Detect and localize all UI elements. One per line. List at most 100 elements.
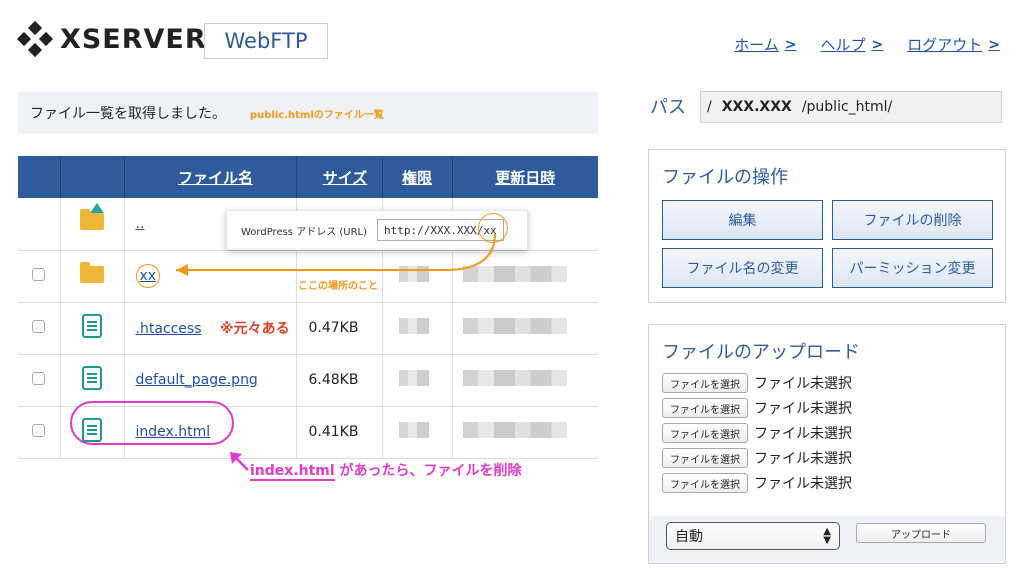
icon-cell — [60, 302, 125, 355]
file-operations-title: ファイルの操作 — [662, 167, 788, 188]
file-icon — [82, 366, 102, 390]
date-cell — [452, 302, 598, 355]
no-file-label: ファイル未選択 — [754, 401, 852, 417]
size-cell: 0.47KB — [296, 302, 383, 355]
checkbox-cell — [18, 354, 61, 407]
upload-row: ファイルを選択 ファイル未選択 — [662, 448, 852, 468]
choose-file-button[interactable]: ファイルを選択 — [662, 473, 748, 493]
permission-cell — [382, 302, 453, 355]
status-message: ファイル一覧を取得しました。 public.htmlのファイル一覧 — [18, 92, 598, 134]
upload-button[interactable]: アップロード — [856, 523, 986, 543]
upload-row: ファイルを選択 ファイル未選択 — [662, 373, 852, 393]
chevron-right-icon: > — [988, 36, 1000, 53]
permission-button[interactable]: パーミッション変更 — [832, 248, 993, 288]
annotation-arrowhead — [176, 264, 188, 276]
transfer-mode-value: 自動 — [675, 529, 703, 545]
htaccess-annotation: ※元々ある — [219, 321, 290, 337]
transfer-mode-select[interactable]: 自動 ▲ ▼ — [666, 522, 840, 550]
annotation-arrow — [176, 233, 496, 276]
size-cell: 0.41KB — [296, 406, 383, 459]
date-cell — [452, 406, 598, 459]
redacted-date — [462, 370, 567, 386]
checkbox-cell — [18, 198, 61, 251]
path-dir: /public_html/ — [801, 99, 893, 115]
choose-file-button[interactable]: ファイルを選択 — [662, 373, 748, 393]
checkbox-cell — [18, 302, 61, 355]
header-icon-cell — [60, 156, 125, 198]
path-field[interactable]: / XXX.XXX /public_html/ — [700, 91, 1002, 123]
xserver-logo: XSERVER — [16, 20, 207, 58]
header-size[interactable]: サイズ — [296, 156, 383, 198]
upload-row: ファイルを選択 ファイル未選択 — [662, 473, 852, 493]
file-link[interactable]: default_page.png — [136, 372, 258, 388]
index-html-highlight-ring — [70, 401, 234, 445]
file-link[interactable]: xx — [140, 268, 157, 284]
filename-cell: default_page.png — [124, 354, 297, 407]
file-link[interactable]: .htaccess — [136, 321, 202, 337]
row-checkbox[interactable] — [32, 423, 46, 437]
table-row: default_page.png 6.48KB — [18, 354, 598, 407]
upload-row: ファイルを選択 ファイル未選択 — [662, 423, 852, 443]
status-text: ファイル一覧を取得しました。 — [30, 106, 226, 122]
delete-annotation: index.html があったら、ファイルを削除 — [250, 460, 522, 481]
nav-help-link[interactable]: ヘルプ > — [821, 34, 884, 55]
icon-cell — [60, 250, 125, 303]
filename-cell: .htaccess ※元々ある — [124, 302, 297, 355]
file-link[interactable]: .. — [136, 216, 145, 232]
redacted-date — [462, 422, 567, 438]
row-checkbox[interactable] — [32, 319, 46, 333]
chevron-right-icon: > — [784, 36, 797, 53]
annotation-arrow-line — [176, 233, 496, 271]
icon-cell — [60, 198, 125, 251]
nav-home-label: ホーム — [734, 36, 779, 54]
path-host: XXX.XXX — [721, 99, 792, 115]
header-date[interactable]: 更新日時 — [452, 156, 598, 198]
no-file-label: ファイル未選択 — [754, 451, 852, 467]
logo-text: XSERVER — [60, 23, 207, 55]
no-file-label: ファイル未選択 — [754, 476, 852, 492]
parent-folder-icon — [80, 209, 104, 231]
redacted-date — [462, 318, 567, 334]
xserver-logo-icon — [16, 20, 54, 58]
status-annotation: public.htmlのファイル一覧 — [250, 109, 384, 121]
up-arrow-icon — [90, 203, 104, 214]
chevron-right-icon: > — [871, 36, 884, 53]
rename-button[interactable]: ファイル名の変更 — [662, 248, 823, 288]
nav-logout-label: ログアウト — [907, 36, 983, 54]
row-checkbox[interactable] — [32, 371, 46, 385]
permission-cell — [382, 406, 453, 459]
checkbox-cell — [18, 250, 61, 303]
nav-help-label: ヘルプ — [820, 36, 866, 54]
no-file-label: ファイル未選択 — [754, 426, 852, 442]
choose-file-button[interactable]: ファイルを選択 — [662, 398, 748, 418]
choose-file-button[interactable]: ファイルを選択 — [662, 448, 748, 468]
file-operations-panel: ファイルの操作 編集 ファイルの削除 ファイル名の変更 パーミッション変更 — [648, 149, 1006, 303]
upload-file-list: ファイルを選択 ファイル未選択 ファイルを選択 ファイル未選択 ファイルを選択 ファイ… — [662, 373, 852, 498]
path-label: パス — [650, 97, 686, 118]
select-arrows-icon: ▲ ▼ — [823, 526, 831, 546]
date-cell — [452, 354, 598, 407]
permission-cell — [382, 354, 453, 407]
path-prefix: / — [707, 99, 712, 115]
top-nav: ホーム > ヘルプ > ログアウト > — [734, 34, 1000, 55]
nav-logout-link[interactable]: ログアウト > — [907, 34, 1000, 55]
delete-file-button[interactable]: ファイルの削除 — [832, 200, 993, 240]
edit-button[interactable]: 編集 — [662, 200, 823, 240]
size-cell: 6.48KB — [296, 354, 383, 407]
folder-icon — [80, 261, 104, 283]
redacted-permission — [398, 318, 429, 334]
webftp-badge: WebFTP — [204, 23, 328, 59]
folder-highlight-circle: xx — [135, 264, 161, 288]
table-row: .htaccess ※元々ある 0.47KB — [18, 302, 598, 355]
redacted-permission — [398, 422, 429, 438]
folder-annotation: ここの場所のこと — [298, 281, 378, 292]
choose-file-button[interactable]: ファイルを選択 — [662, 423, 748, 443]
row-checkbox[interactable] — [32, 267, 46, 281]
checkbox-cell — [18, 406, 61, 459]
header-permission[interactable]: 権限 — [382, 156, 453, 198]
nav-home-link[interactable]: ホーム > — [734, 34, 796, 55]
header-filename[interactable]: ファイル名 — [124, 156, 297, 198]
header-checkbox-cell — [18, 156, 61, 198]
file-upload-panel: ファイルのアップロード ファイルを選択 ファイル未選択 ファイルを選択 ファイル未選… — [648, 324, 1006, 564]
no-file-label: ファイル未選択 — [754, 376, 852, 392]
